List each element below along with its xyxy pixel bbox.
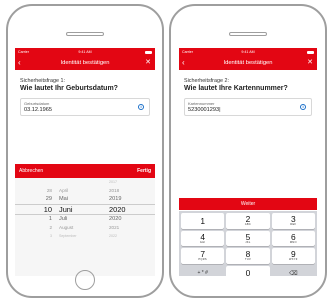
birthdate-field[interactable]: Geburtsdatum 03.12.1965 i [20, 98, 150, 116]
continue-button[interactable]: Weiter [179, 198, 317, 210]
picker-toolbar: Abbrechen Fertig [15, 164, 155, 178]
picker-row[interactable]: 29 Mai 2019 [15, 195, 155, 204]
picker-row[interactable]: 1 Juli 2020 [15, 215, 155, 224]
key-5[interactable]: 5 JKL [226, 230, 270, 246]
key-3[interactable]: 3 DEF [271, 213, 315, 229]
back-icon[interactable]: ‹ [182, 58, 185, 68]
back-icon[interactable]: ‹ [18, 58, 21, 68]
key-0[interactable]: 0 [226, 265, 270, 276]
question-title: Wie lautet Ihre Kartennummer? [184, 85, 288, 92]
picker-month[interactable]: Mai [55, 196, 105, 202]
key-digit: 4 [200, 231, 205, 242]
nav-bar: ‹ Identität bestätigen ✕ [179, 56, 317, 70]
field-label: Geburtsdatum [24, 101, 50, 106]
question-label: Sicherheitsfrage 2: [184, 78, 229, 84]
carrier-label: Carrier [182, 50, 193, 54]
picker-year[interactable]: 2020 [105, 216, 155, 222]
key-letters: JKL [245, 240, 251, 244]
status-bar: Carrier 9:41 AM [179, 48, 317, 56]
picker-day[interactable]: 2 [15, 225, 55, 230]
picker-day[interactable]: 10 [15, 205, 55, 214]
key-delete[interactable]: ⌫ [271, 265, 315, 276]
key-letters: ABC [244, 223, 252, 227]
phone-frame-left: Carrier 9:41 AM ‹ Identität bestätigen ✕… [6, 4, 164, 298]
key-4[interactable]: 4 GHI [181, 230, 225, 246]
picker-year[interactable]: 2021 [105, 225, 155, 230]
key-letters: MNO [289, 240, 297, 244]
close-icon[interactable]: ✕ [307, 58, 313, 68]
picker-month[interactable]: Juni [55, 205, 105, 214]
picker-day[interactable]: 29 [15, 196, 55, 202]
field-value: 03.12.1965 [24, 107, 52, 113]
status-bar: Carrier 9:41 AM [15, 48, 155, 56]
key-8[interactable]: 8 TUV [226, 248, 270, 264]
key-symbols-label: + * # [197, 270, 208, 276]
cancel-button[interactable]: Abbrechen [19, 168, 43, 174]
key-digit: 1 [200, 215, 205, 226]
delete-icon: ⌫ [289, 270, 298, 276]
key-digit: 0 [245, 268, 251, 276]
screen-left: Carrier 9:41 AM ‹ Identität bestätigen ✕… [15, 48, 155, 276]
battery-icon [145, 50, 152, 54]
date-picker[interactable]: 2017 28 April 2018 29 Mai 2019 10 Juni 2… [15, 178, 155, 276]
picker-day[interactable]: 28 [15, 188, 55, 193]
picker-row[interactable]: 2 August 2021 [15, 223, 155, 232]
field-label: Kartennummer [188, 101, 215, 106]
key-letters: WXYZ [288, 258, 298, 262]
picker-year[interactable]: 2017 [105, 180, 155, 184]
field-value: 5230001293| [188, 107, 221, 113]
home-button[interactable] [75, 270, 95, 290]
key-letters: DEF [290, 223, 297, 227]
battery-icon [307, 50, 314, 54]
nav-title: Identität bestätigen [223, 60, 273, 66]
picker-month[interactable]: Juli [55, 216, 105, 222]
key-symbols[interactable]: + * # [181, 265, 225, 276]
key-digit: 5 [245, 231, 251, 242]
picker-row[interactable]: 3 September 2022 [15, 232, 155, 241]
picker-month[interactable]: August [55, 225, 105, 230]
picker-month[interactable]: September [55, 234, 105, 238]
picker-month[interactable]: April [55, 188, 105, 193]
done-button[interactable]: Fertig [137, 168, 151, 174]
question-label: Sicherheitsfrage 1: [20, 78, 65, 84]
key-7[interactable]: 7 PQRS [181, 248, 225, 264]
picker-row-selected[interactable]: 10 Juni 2020 [15, 203, 155, 215]
key-1[interactable]: 1 [181, 213, 225, 229]
key-9[interactable]: 9 WXYZ [271, 248, 315, 264]
key-6[interactable]: 6 MNO [271, 230, 315, 246]
key-digit: 6 [290, 231, 296, 242]
question-title: Wie lautet Ihr Geburtsdatum? [20, 85, 118, 92]
picker-year[interactable]: 2022 [105, 234, 155, 238]
status-time: 9:41 AM [78, 50, 92, 54]
key-letters: PQRS [198, 258, 207, 262]
picker-year[interactable]: 2018 [105, 188, 155, 193]
numeric-keypad: 1 2 ABC 3 DEF 4 GHI 5 JKL 6 MNO 7 PQRS 8 TUV 9W… [179, 211, 317, 276]
picker-day[interactable]: 1 [15, 216, 55, 222]
info-icon[interactable]: i [300, 104, 306, 110]
speaker-slot [229, 32, 267, 36]
status-time: 9:41 AM [241, 50, 255, 54]
nav-bar: ‹ Identität bestätigen ✕ [15, 56, 155, 70]
speaker-slot [66, 32, 104, 36]
picker-year[interactable]: 2020 [105, 205, 155, 214]
picker-row[interactable]: 28 April 2018 [15, 187, 155, 196]
nav-title: Identität bestätigen [60, 60, 110, 66]
card-number-field[interactable]: Kartennummer 5230001293| i [184, 98, 312, 116]
picker-row[interactable]: 2017 [15, 178, 155, 187]
picker-day[interactable]: 3 [15, 234, 55, 238]
close-icon[interactable]: ✕ [145, 58, 151, 68]
key-letters: TUV [244, 258, 252, 262]
carrier-label: Carrier [18, 50, 29, 54]
picker-year[interactable]: 2019 [105, 196, 155, 202]
key-2[interactable]: 2 ABC [226, 213, 270, 229]
screen-right: Carrier 9:41 AM ‹ Identität bestätigen ✕… [179, 48, 317, 276]
key-letters: GHI [199, 240, 206, 244]
phone-frame-right: Carrier 9:41 AM ‹ Identität bestätigen ✕… [169, 4, 327, 298]
info-icon[interactable]: i [138, 104, 144, 110]
